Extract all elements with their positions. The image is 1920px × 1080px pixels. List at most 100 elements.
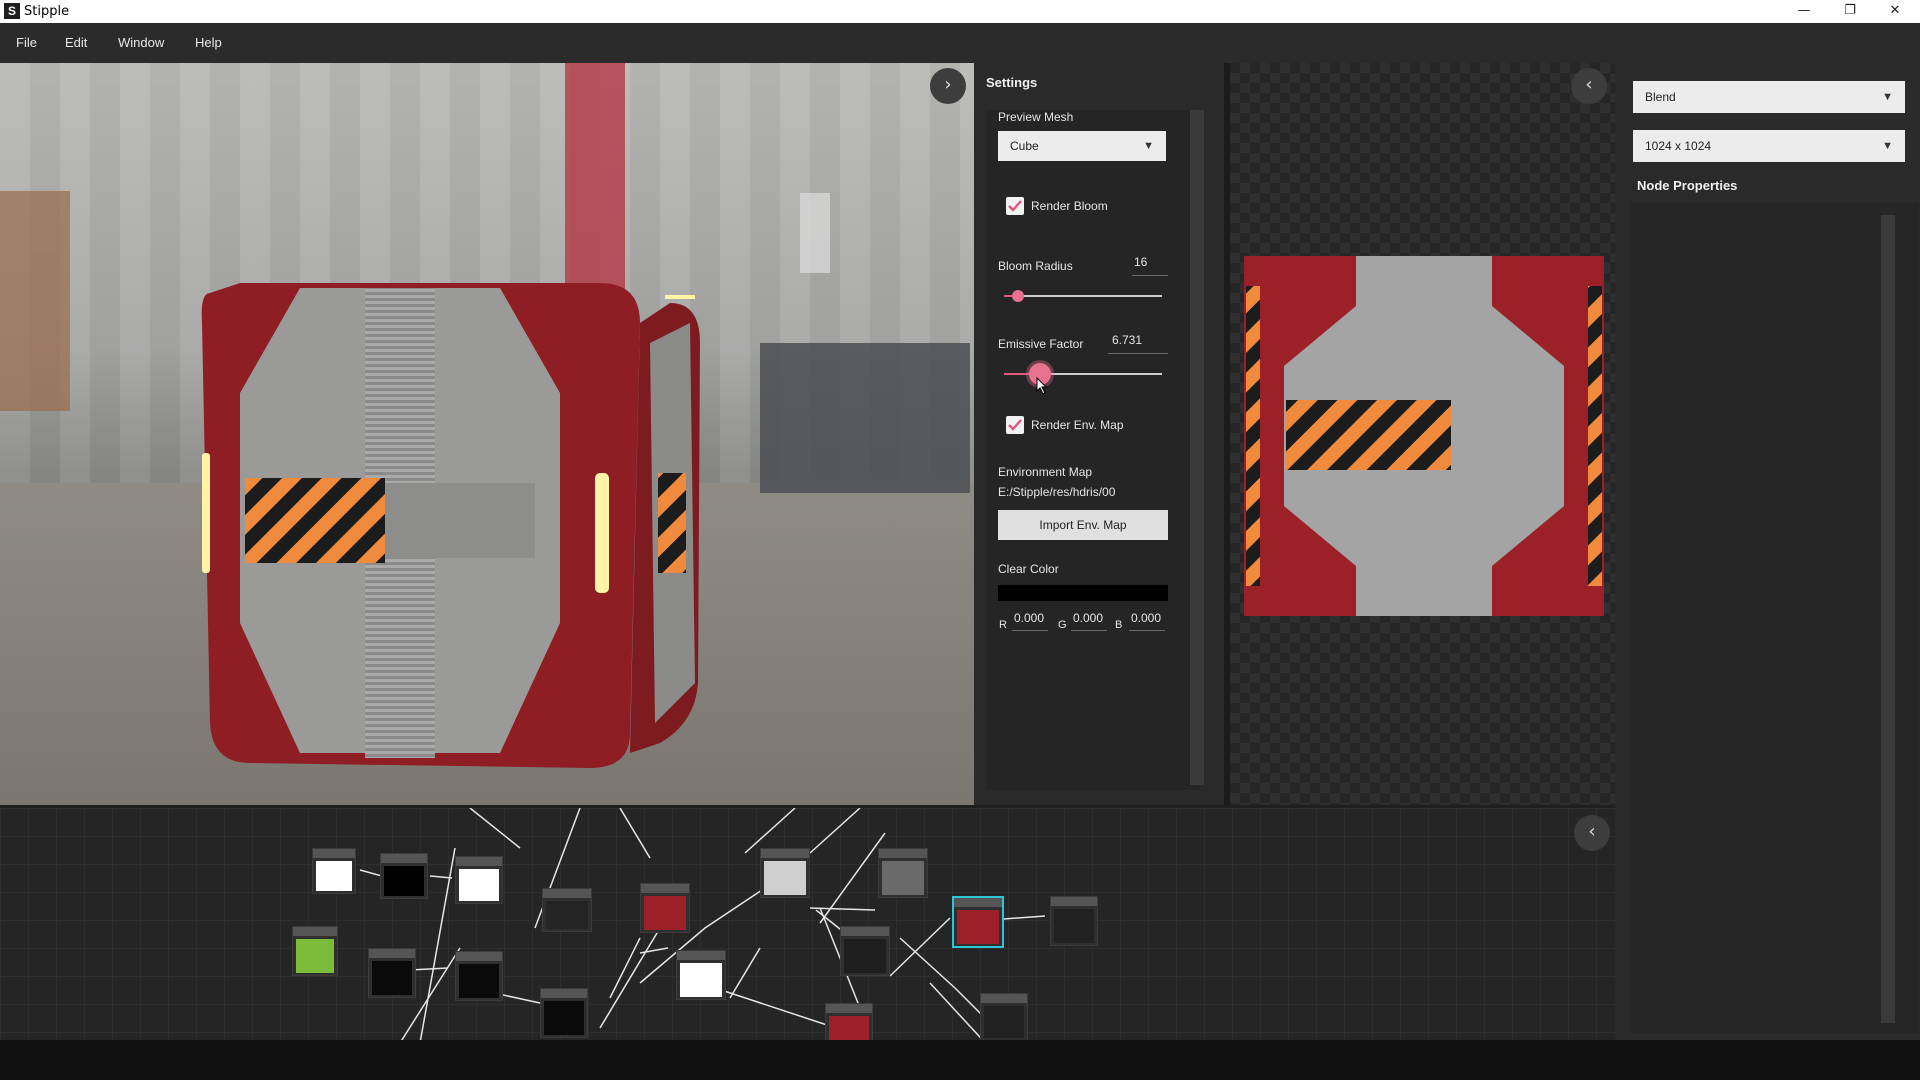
- node-properties-title: Node Properties: [1637, 178, 1738, 193]
- preview-mesh-value: Cube: [1010, 139, 1039, 153]
- bloom-radius-slider[interactable]: [1004, 295, 1162, 297]
- settings-scrollbar[interactable]: [1190, 110, 1204, 785]
- properties-panel: Blend ▼ 1024 x 1024 ▼ Node Properties: [1615, 63, 1920, 1040]
- collapse-preview-button[interactable]: ‹: [1571, 68, 1607, 104]
- graph-node-header: [826, 1004, 872, 1013]
- graph-node-thumbnail: [384, 866, 424, 896]
- graph-node[interactable]: [825, 1003, 873, 1040]
- render-env-map-label: Render Env. Map: [1031, 418, 1124, 432]
- g-underline: [1071, 630, 1107, 631]
- graph-node[interactable]: [878, 848, 928, 898]
- graph-node-thumbnail: [882, 861, 924, 895]
- graph-node-header: [761, 849, 809, 858]
- texture-preview-panel[interactable]: ‹: [1230, 63, 1615, 805]
- emissive-factor-underline: [1108, 353, 1168, 354]
- graph-node-header: [381, 854, 427, 863]
- resolution-value: 1024 x 1024: [1645, 139, 1712, 153]
- environment-map-label: Environment Map: [998, 465, 1093, 479]
- preview-mesh-label: Preview Mesh: [998, 110, 1074, 124]
- render-env-map-checkbox[interactable]: [1006, 416, 1024, 434]
- app-logo-icon: S: [4, 3, 20, 19]
- graph-node-header: [313, 849, 355, 858]
- status-strip: [0, 1040, 1920, 1080]
- close-button[interactable]: ✕: [1872, 0, 1918, 23]
- node-graph-editor[interactable]: ‹: [0, 805, 1615, 1040]
- g-label: G: [1058, 619, 1067, 631]
- graph-node-thumbnail: [680, 963, 722, 997]
- graph-node-thumbnail: [459, 869, 499, 901]
- checkmark-icon: [1008, 200, 1022, 212]
- graph-node[interactable]: [368, 948, 416, 998]
- selected-blend-node[interactable]: [952, 896, 1004, 948]
- graph-node-thumbnail: [1054, 909, 1094, 943]
- graph-node[interactable]: [1050, 896, 1098, 946]
- preview-mesh-dropdown[interactable]: Cube ▼: [998, 131, 1166, 161]
- import-env-map-button[interactable]: Import Env. Map: [998, 510, 1168, 540]
- node-type-value: Blend: [1645, 90, 1676, 104]
- graph-node-header: [981, 994, 1027, 1003]
- render-bloom-checkbox[interactable]: [1006, 197, 1024, 215]
- environment-map-path: E:/Stipple/res/hdris/00: [998, 485, 1116, 499]
- graph-node[interactable]: [676, 950, 726, 1000]
- graph-node[interactable]: [640, 883, 690, 933]
- background-door: [0, 191, 70, 411]
- graph-node[interactable]: [542, 888, 592, 932]
- restore-button[interactable]: ❐: [1827, 0, 1873, 23]
- graph-node[interactable]: [980, 993, 1028, 1040]
- menu-edit[interactable]: Edit: [65, 35, 87, 50]
- graph-node-thumbnail: [544, 1001, 584, 1035]
- graph-node-header: [1051, 897, 1097, 906]
- graph-node-thumbnail: [316, 861, 352, 891]
- collapse-graph-button[interactable]: ‹: [1574, 815, 1610, 851]
- node-properties-scrollbar[interactable]: [1881, 215, 1895, 1023]
- graph-node[interactable]: [840, 926, 890, 976]
- title-bar: S Stipple — ❐ ✕: [0, 0, 1920, 23]
- bloom-radius-value[interactable]: 16: [1134, 255, 1147, 269]
- collapse-settings-button[interactable]: ›: [930, 68, 966, 104]
- texture-preview-image: [1244, 256, 1604, 616]
- emissive-factor-label: Emissive Factor: [998, 337, 1084, 351]
- b-value-field[interactable]: 0.000: [1131, 611, 1161, 625]
- minimize-button[interactable]: —: [1781, 0, 1827, 23]
- graph-node-thumbnail: [459, 964, 499, 998]
- graph-node[interactable]: [540, 988, 588, 1038]
- b-label: B: [1115, 619, 1123, 631]
- menu-file[interactable]: File: [16, 35, 37, 50]
- mouse-cursor-icon: [1036, 377, 1048, 395]
- clear-color-label: Clear Color: [998, 562, 1059, 576]
- chevron-down-icon: ▼: [1882, 140, 1893, 152]
- menu-help[interactable]: Help: [195, 35, 222, 50]
- node-type-dropdown[interactable]: Blend ▼: [1633, 81, 1905, 113]
- graph-node-header: [293, 927, 337, 936]
- node-properties-content: [1631, 203, 1919, 1033]
- 3d-viewport[interactable]: ›: [0, 63, 974, 805]
- graph-node-thumbnail: [546, 901, 588, 929]
- resolution-dropdown[interactable]: 1024 x 1024 ▼: [1633, 130, 1905, 162]
- background-shelf: [800, 193, 830, 273]
- g-value-field[interactable]: 0.000: [1073, 611, 1103, 625]
- clear-color-swatch[interactable]: [998, 585, 1168, 601]
- graph-node-thumbnail: [844, 939, 886, 973]
- node-connections: [359, 808, 1046, 1040]
- menu-window[interactable]: Window: [118, 35, 164, 50]
- chevron-down-icon: ▼: [1143, 140, 1154, 152]
- bloom-radius-label: Bloom Radius: [998, 259, 1073, 273]
- graph-node[interactable]: [312, 848, 356, 894]
- graph-node[interactable]: [455, 856, 503, 904]
- graph-node-header: [677, 951, 725, 960]
- graph-node-header: [641, 884, 689, 893]
- graph-node[interactable]: [455, 951, 503, 1001]
- checkmark-icon: [1008, 419, 1022, 431]
- graph-node-header: [879, 849, 927, 858]
- r-label: R: [999, 619, 1007, 631]
- preview-cube-mesh: [201, 283, 700, 768]
- render-bloom-label: Render Bloom: [1031, 199, 1108, 213]
- emissive-factor-value[interactable]: 6.731: [1112, 333, 1142, 347]
- graph-node-thumbnail: [644, 896, 686, 930]
- graph-node[interactable]: [760, 848, 810, 898]
- graph-node[interactable]: [292, 926, 338, 976]
- graph-node[interactable]: [380, 853, 428, 899]
- graph-node-header: [841, 927, 889, 936]
- r-value-field[interactable]: 0.000: [1014, 611, 1044, 625]
- graph-node-header: [456, 952, 502, 961]
